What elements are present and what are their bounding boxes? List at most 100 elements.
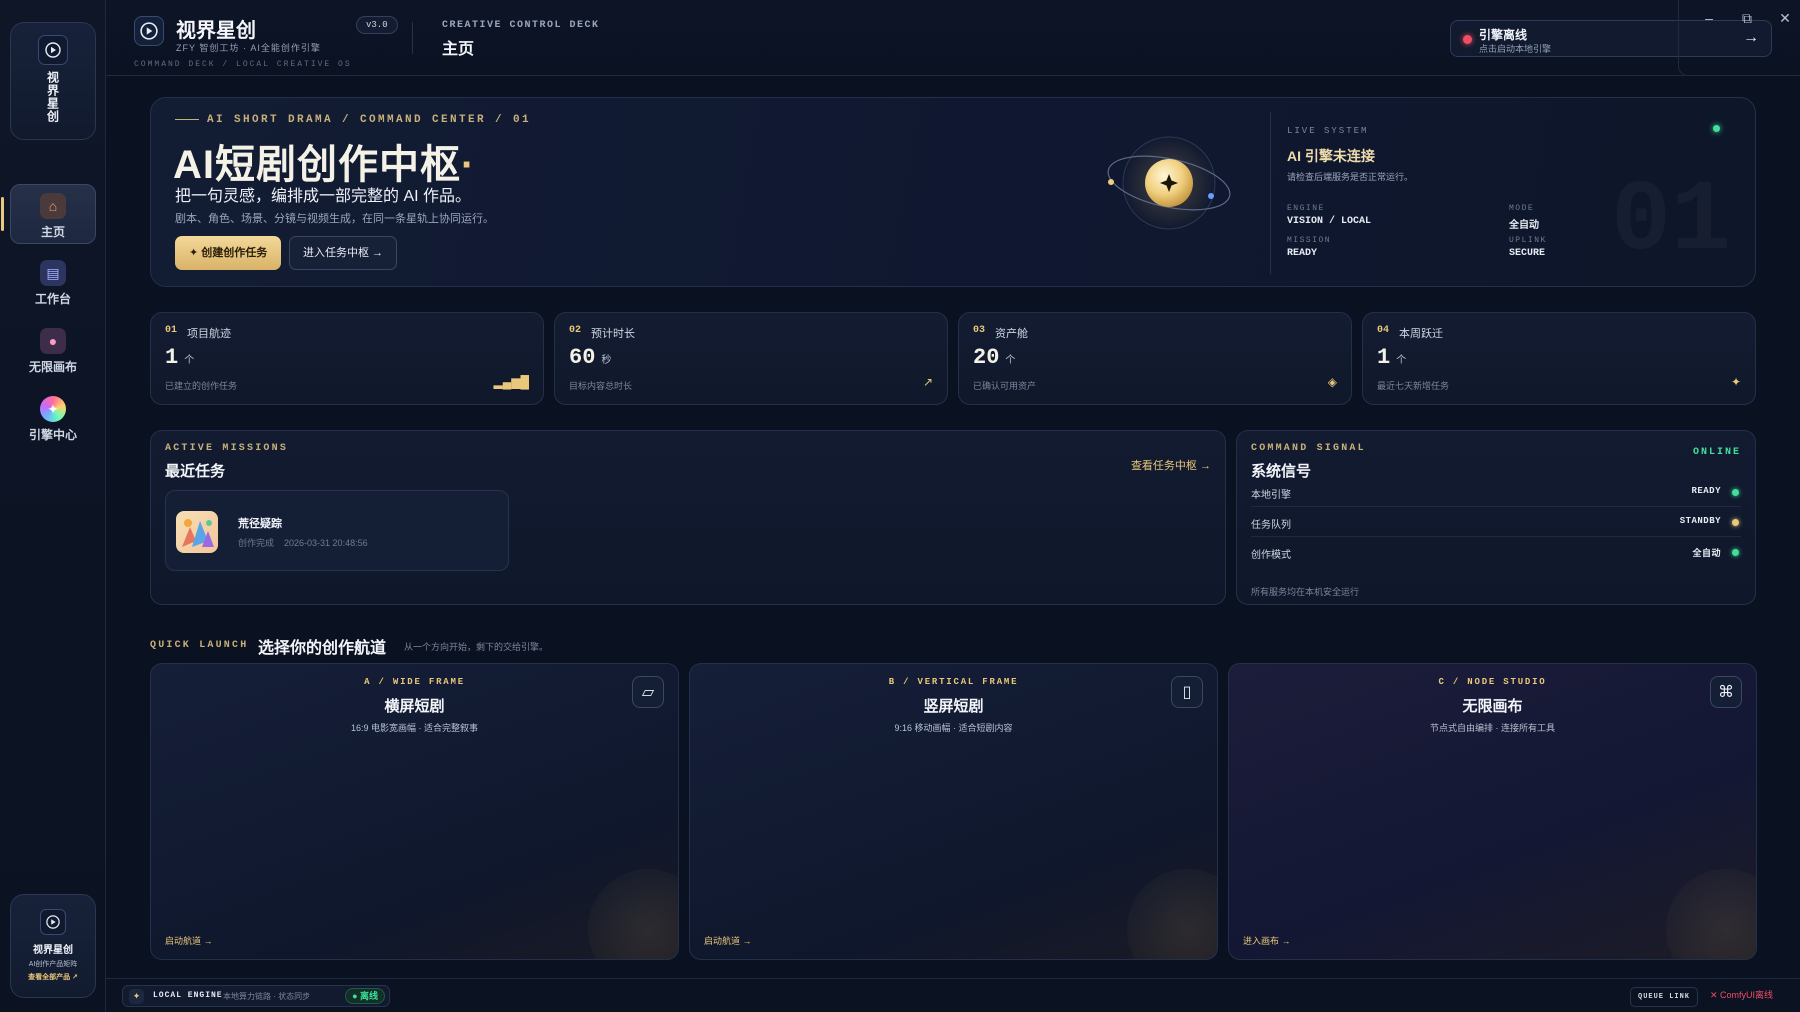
sidebar-item-canvas[interactable]: ● 无限画布 [10, 320, 96, 380]
sidebar-item-home[interactable]: ⌂ 主页 [1, 184, 96, 244]
view-mission-hub-link[interactable]: 查看任务中枢 → [1131, 457, 1211, 473]
launch-description: 16:9 电影宽画幅 · 适合完整叙事 [350, 723, 479, 733]
product-matrix-promo[interactable]: 视界星创 AI创作产品矩阵 查看全部产品 ↗ [10, 894, 96, 998]
stat-card-assets[interactable]: 03 资产舱 20 个 已确认可用资产 ◈ [958, 312, 1352, 405]
mission-card[interactable]: 荒径疑踪 创作完成 2026-03-31 20:48:56 [165, 490, 509, 571]
minimize-button[interactable]: – [1699, 10, 1719, 26]
signal-row: 本地引擎 READY [1251, 477, 1741, 507]
sidebar: 视界星创 ⌂ 主页 ▤ 工作台 ● 无限画布 ✦ 引擎中心 视界星创 AI创作产… [0, 0, 106, 1012]
stat-description: 目标内容总时长 [569, 381, 633, 391]
app-path: COMMAND DECK / LOCAL CREATIVE OS [134, 60, 352, 69]
launch-kicker: B / VERTICAL FRAME [888, 677, 1019, 687]
panel-kicker: COMMAND SIGNAL [1251, 443, 1366, 454]
sidebar-item-label: 主页 [40, 225, 65, 239]
launch-title: 无限画布 [1462, 698, 1523, 715]
launch-kicker: A / WIDE FRAME [364, 677, 465, 687]
launch-action-link[interactable]: 启动航道 → [704, 934, 752, 947]
stat-value: 60 秒 [569, 345, 612, 370]
local-engine-status[interactable]: ✦ LOCAL ENGINE 本地算力链路 · 状态同步 ● 离线 [122, 985, 390, 1007]
sidebar-item-label: 工作台 [34, 292, 71, 306]
window-controls: – ⧉ ✕ [1678, 0, 1800, 76]
active-missions-panel: ACTIVE MISSIONS 最近任务 查看任务中枢 → 荒径疑踪 创作完成 2… [150, 430, 1226, 605]
engine-kv: ENGINE VISION / LOCAL [1287, 204, 1372, 227]
hero-watermark-number: 01 [1611, 166, 1731, 279]
close-button[interactable]: ✕ [1775, 10, 1795, 27]
page-title: 主页 [442, 41, 475, 58]
launch-action-link[interactable]: 启动航道 → [165, 934, 213, 947]
enter-mission-hub-button[interactable]: 进入任务中枢 → [289, 236, 398, 270]
app-logo-icon [134, 16, 164, 46]
stat-value: 1个 [165, 345, 195, 370]
deck-label: CREATIVE CONTROL DECK [442, 20, 600, 31]
version-badge: v3.0 [356, 16, 398, 34]
top-bar: 视界星创 ZFY 智创工坊 · AI全能创作引擎 v3.0 COMMAND DE… [106, 0, 1800, 76]
sparkle-icon: ✦ [1730, 375, 1741, 389]
home-icon: ⌂ [40, 193, 66, 219]
stat-label: 预计时长 [591, 328, 635, 340]
diamond-icon: ◈ [1327, 375, 1337, 389]
launch-card-wide[interactable]: A / WIDE FRAME 横屏短剧 16:9 电影宽画幅 · 适合完整叙事 … [150, 663, 679, 960]
bar-chart-icon: ▂▄▆█ [493, 375, 529, 389]
signal-footer: 所有服务均在本机安全运行 [1251, 587, 1360, 597]
sidebar-item-label: 引擎中心 [28, 428, 77, 442]
stat-card-duration[interactable]: 02 预计时长 60 秒 目标内容总时长 ↗ [554, 312, 948, 405]
stat-card-projects[interactable]: 01 项目航迹 1个 已建立的创作任务 ▂▄▆█ [150, 312, 544, 405]
launch-card-canvas[interactable]: C / NODE STUDIO 无限画布 节点式自由编排 · 连接所有工具 ⌘ … [1228, 663, 1757, 960]
status-dot-icon [1732, 549, 1739, 556]
live-status-dot-icon [1713, 125, 1720, 132]
engine-icon: ✦ [40, 396, 66, 422]
brand-vertical-text: 视界星创 [45, 71, 60, 123]
hero-subtitle: 把一句灵感，编排成一部完整的 AI 作品。 [175, 188, 472, 205]
sidebar-item-workbench[interactable]: ▤ 工作台 [10, 252, 96, 312]
create-task-button[interactable]: ✦ 创建创作任务 [175, 236, 282, 270]
launch-title: 横屏短剧 [384, 698, 445, 715]
hero-panel: AI SHORT DRAMA / COMMAND CENTER / 01 AI短… [150, 97, 1756, 287]
quick-launch-title: 选择你的创作航道 [258, 640, 387, 657]
signal-row: 任务队列 STANDBY [1251, 507, 1741, 537]
divider [1270, 112, 1271, 274]
launch-action-link[interactable]: 进入画布 → [1243, 934, 1291, 947]
stat-card-weekly[interactable]: 04 本周跃迁 1个 最近七天新增任务 ✦ [1362, 312, 1756, 405]
engine-label: LOCAL ENGINE [153, 991, 223, 1000]
play-logo-icon [40, 909, 66, 935]
comfyui-status[interactable]: ✕ ComfyUI离线 [1710, 988, 1773, 1001]
promo-link[interactable]: 查看全部产品 ↗ [11, 972, 95, 982]
mode-kv: MODE 全自动 [1509, 204, 1539, 232]
portrait-frame-icon: ▯ [1171, 676, 1203, 708]
engine-status-subtitle: 点击启动本地引擎 [1479, 44, 1552, 54]
hero-description: 剧本、角色、场景、分镜与视频生成，在同一条星轨上协同运行。 [175, 213, 494, 225]
clapperboard-icon: ▤ [40, 260, 66, 286]
uplink-kv: UPLINK SECURE [1509, 236, 1547, 259]
mission-meta: 创作完成 2026-03-31 20:48:56 [238, 538, 368, 548]
promo-subtitle: AI创作产品矩阵 [28, 961, 78, 968]
signal-row: 创作模式 全自动 [1251, 537, 1741, 567]
stat-description: 已确认可用资产 [973, 381, 1037, 391]
launch-title: 竖屏短剧 [923, 698, 984, 715]
stat-value: 1个 [1377, 345, 1407, 370]
promo-title: 视界星创 [33, 945, 73, 956]
launch-description: 节点式自由编排 · 连接所有工具 [1430, 723, 1555, 733]
trend-arrow-icon: ↗ [922, 375, 933, 389]
live-system-description: 请检查后端服务是否正常运行。 [1287, 172, 1414, 182]
live-system-label: LIVE SYSTEM [1287, 126, 1369, 136]
stat-description: 最近七天新增任务 [1377, 381, 1450, 391]
mission-name: 荒径疑踪 [238, 518, 282, 530]
brand-tile[interactable]: 视界星创 [10, 22, 96, 140]
stat-label: 资产舱 [995, 328, 1028, 340]
maximize-button[interactable]: ⧉ [1737, 10, 1757, 27]
live-system-title: AI 引擎未连接 [1287, 148, 1375, 164]
sidebar-item-engine[interactable]: ✦ 引擎中心 [10, 388, 96, 448]
landscape-frame-icon: ▱ [632, 676, 664, 708]
command-key-icon: ⌘ [1710, 676, 1742, 708]
sidebar-item-label: 无限画布 [28, 360, 77, 374]
stat-label: 本周跃迁 [1399, 328, 1443, 340]
offline-chip: ● 离线 [345, 988, 385, 1004]
divider [412, 22, 413, 54]
mission-kv: MISSION READY [1287, 236, 1332, 259]
online-badge: ONLINE [1692, 447, 1741, 458]
status-dot-icon [1732, 489, 1739, 496]
play-logo-icon [38, 35, 68, 65]
queue-link-button[interactable]: QUEUE LINK [1630, 987, 1699, 1007]
launch-card-vertical[interactable]: B / VERTICAL FRAME 竖屏短剧 9:16 移动画幅 · 适合短剧… [689, 663, 1218, 960]
launch-kicker: C / NODE STUDIO [1438, 677, 1547, 687]
